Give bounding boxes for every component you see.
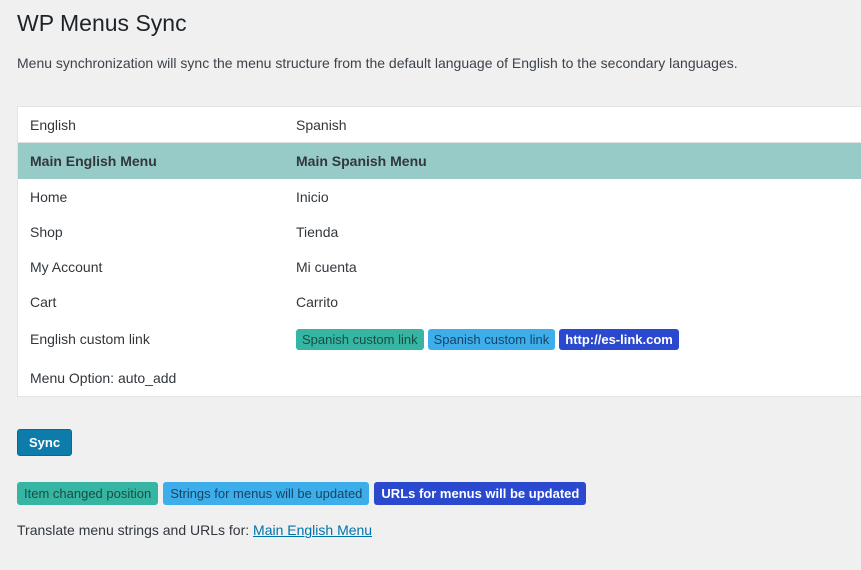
column-header-english: English <box>30 117 296 133</box>
custom-link-row: English custom link Spanish custom link … <box>18 319 861 359</box>
table-header-row: English Spanish <box>18 107 861 143</box>
translate-footer-text: Translate menu strings and URLs for: <box>17 522 249 538</box>
table-row: Cart Carrito <box>18 284 861 319</box>
legend-item-changed-position: Item changed position <box>17 482 158 505</box>
translate-footer: Translate menu strings and URLs for: Mai… <box>17 522 861 538</box>
menu-item-english: Shop <box>30 224 296 240</box>
menu-option-row: Menu Option: auto_add <box>18 359 861 396</box>
custom-link-english: English custom link <box>30 331 296 347</box>
table-row: Home Inicio <box>18 179 861 214</box>
sync-button[interactable]: Sync <box>17 429 72 456</box>
page-title: WP Menus Sync <box>17 9 861 39</box>
menu-item-english: Cart <box>30 294 296 310</box>
table-row: My Account Mi cuenta <box>18 249 861 284</box>
item-changed-position-badge: Spanish custom link <box>296 329 424 350</box>
table-row: Shop Tienda <box>18 214 861 249</box>
menu-item-english: My Account <box>30 259 296 275</box>
column-header-spanish: Spanish <box>296 117 861 133</box>
legend-urls-updated: URLs for menus will be updated <box>374 482 586 505</box>
menu-item-spanish: Inicio <box>296 189 861 205</box>
legend: Item changed position Strings for menus … <box>17 482 861 505</box>
menus-sync-table: English Spanish Main English Menu Main S… <box>17 106 861 397</box>
legend-strings-updated: Strings for menus will be updated <box>163 482 369 505</box>
wp-menus-sync-page: WP Menus Sync Menu synchronization will … <box>0 0 861 538</box>
main-english-menu-link[interactable]: Main English Menu <box>253 522 372 538</box>
menu-item-spanish: Carrito <box>296 294 861 310</box>
menu-title-english: Main English Menu <box>30 153 296 169</box>
menu-item-spanish: Mi cuenta <box>296 259 861 275</box>
custom-link-badges: Spanish custom link Spanish custom link … <box>296 329 861 350</box>
strings-updated-badge: Spanish custom link <box>428 329 556 350</box>
menu-title-row[interactable]: Main English Menu Main Spanish Menu <box>18 143 861 179</box>
menu-option-label: Menu Option: auto_add <box>30 370 296 386</box>
menu-item-spanish: Tienda <box>296 224 861 240</box>
page-description: Menu synchronization will sync the menu … <box>17 54 861 74</box>
url-updated-badge: http://es-link.com <box>559 329 679 350</box>
menu-title-spanish: Main Spanish Menu <box>296 153 861 169</box>
menu-item-english: Home <box>30 189 296 205</box>
